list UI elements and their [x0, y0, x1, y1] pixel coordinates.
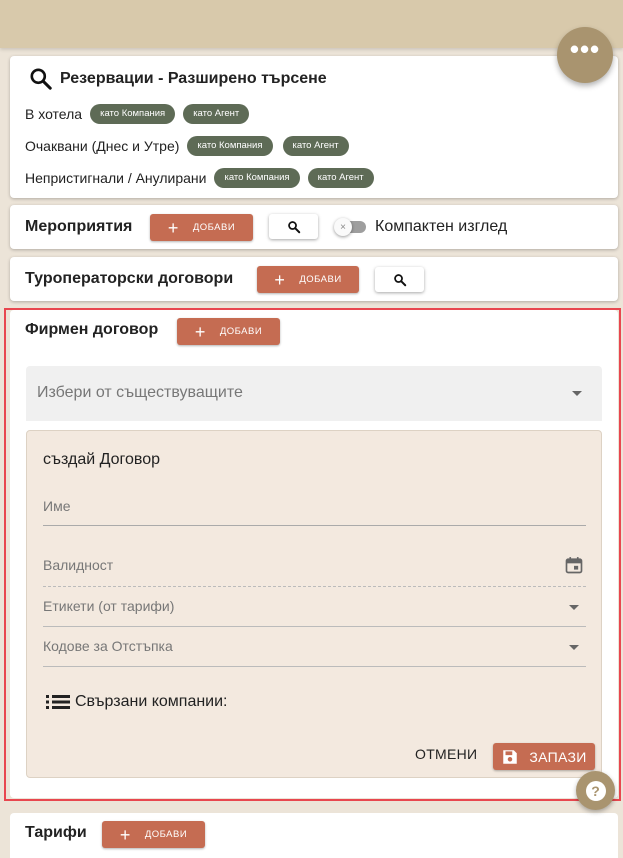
add-tour-contract-button[interactable]: + ДОБАВИ: [257, 266, 359, 293]
add-label: ДОБАВИ: [144, 829, 188, 840]
reservations-row-no-show: Непристигнали / Анулирани като Компания …: [25, 168, 374, 188]
reservations-title-text: Резервации - Разширено търсене: [60, 70, 327, 87]
tour-contracts-title: Туроператорски договори: [25, 270, 234, 287]
row-label: Непристигнали / Анулирани: [25, 170, 207, 186]
add-label: ДОБАВИ: [299, 274, 342, 285]
help-icon: ?: [585, 780, 606, 801]
top-app-bar: [0, 0, 623, 48]
row-label: Очаквани (Днес и Утре): [25, 138, 180, 154]
search-events-button[interactable]: [269, 214, 318, 239]
add-label: ДОБАВИ: [192, 222, 236, 233]
as-agent-chip[interactable]: като Агент: [307, 168, 374, 188]
add-tariff-button[interactable]: + ДОБАВИ: [102, 821, 205, 848]
reservations-row-in-hotel: В хотела като Компания като Агент: [25, 104, 250, 124]
reservations-card: Резервации - Разширено търсене В хотела …: [10, 56, 618, 198]
row-label: В хотела: [25, 106, 83, 122]
plus-icon: +: [274, 269, 286, 290]
plus-icon: +: [119, 824, 131, 845]
search-tour-contracts-button[interactable]: [375, 267, 424, 292]
add-event-button[interactable]: + ДОБАВИ: [150, 214, 253, 241]
as-company-chip[interactable]: като Компания: [187, 136, 273, 156]
search-icon: [287, 220, 300, 233]
compact-view-label: Компактен изглед: [375, 218, 508, 235]
reservations-row-expected: Очаквани (Днес и Утре) като Компания кат…: [25, 136, 349, 156]
tour-contracts-card: Туроператорски договори + ДОБАВИ: [10, 257, 618, 301]
more-options-button[interactable]: •••: [557, 27, 613, 83]
as-agent-chip[interactable]: като Агент: [183, 104, 250, 124]
search-icon: [30, 68, 52, 90]
as-company-chip[interactable]: като Компания: [90, 104, 176, 124]
help-button[interactable]: ?: [576, 771, 615, 810]
tariffs-card: Тарифи + ДОБАВИ: [10, 813, 618, 858]
highlight-outline: [4, 308, 621, 801]
as-company-chip[interactable]: като Компания: [214, 168, 300, 188]
as-agent-chip[interactable]: като Агент: [282, 136, 349, 156]
search-icon: [393, 273, 406, 286]
events-title: Мероприятия: [25, 218, 133, 235]
plus-icon: +: [167, 217, 179, 238]
reservations-title: Резервации - Разширено търсене: [28, 66, 327, 92]
events-card: Мероприятия + ДОБАВИ × Компактен изглед: [10, 205, 618, 249]
close-icon: ×: [334, 218, 352, 236]
more-icon: •••: [569, 33, 601, 64]
tariffs-title: Тарифи: [25, 824, 87, 841]
